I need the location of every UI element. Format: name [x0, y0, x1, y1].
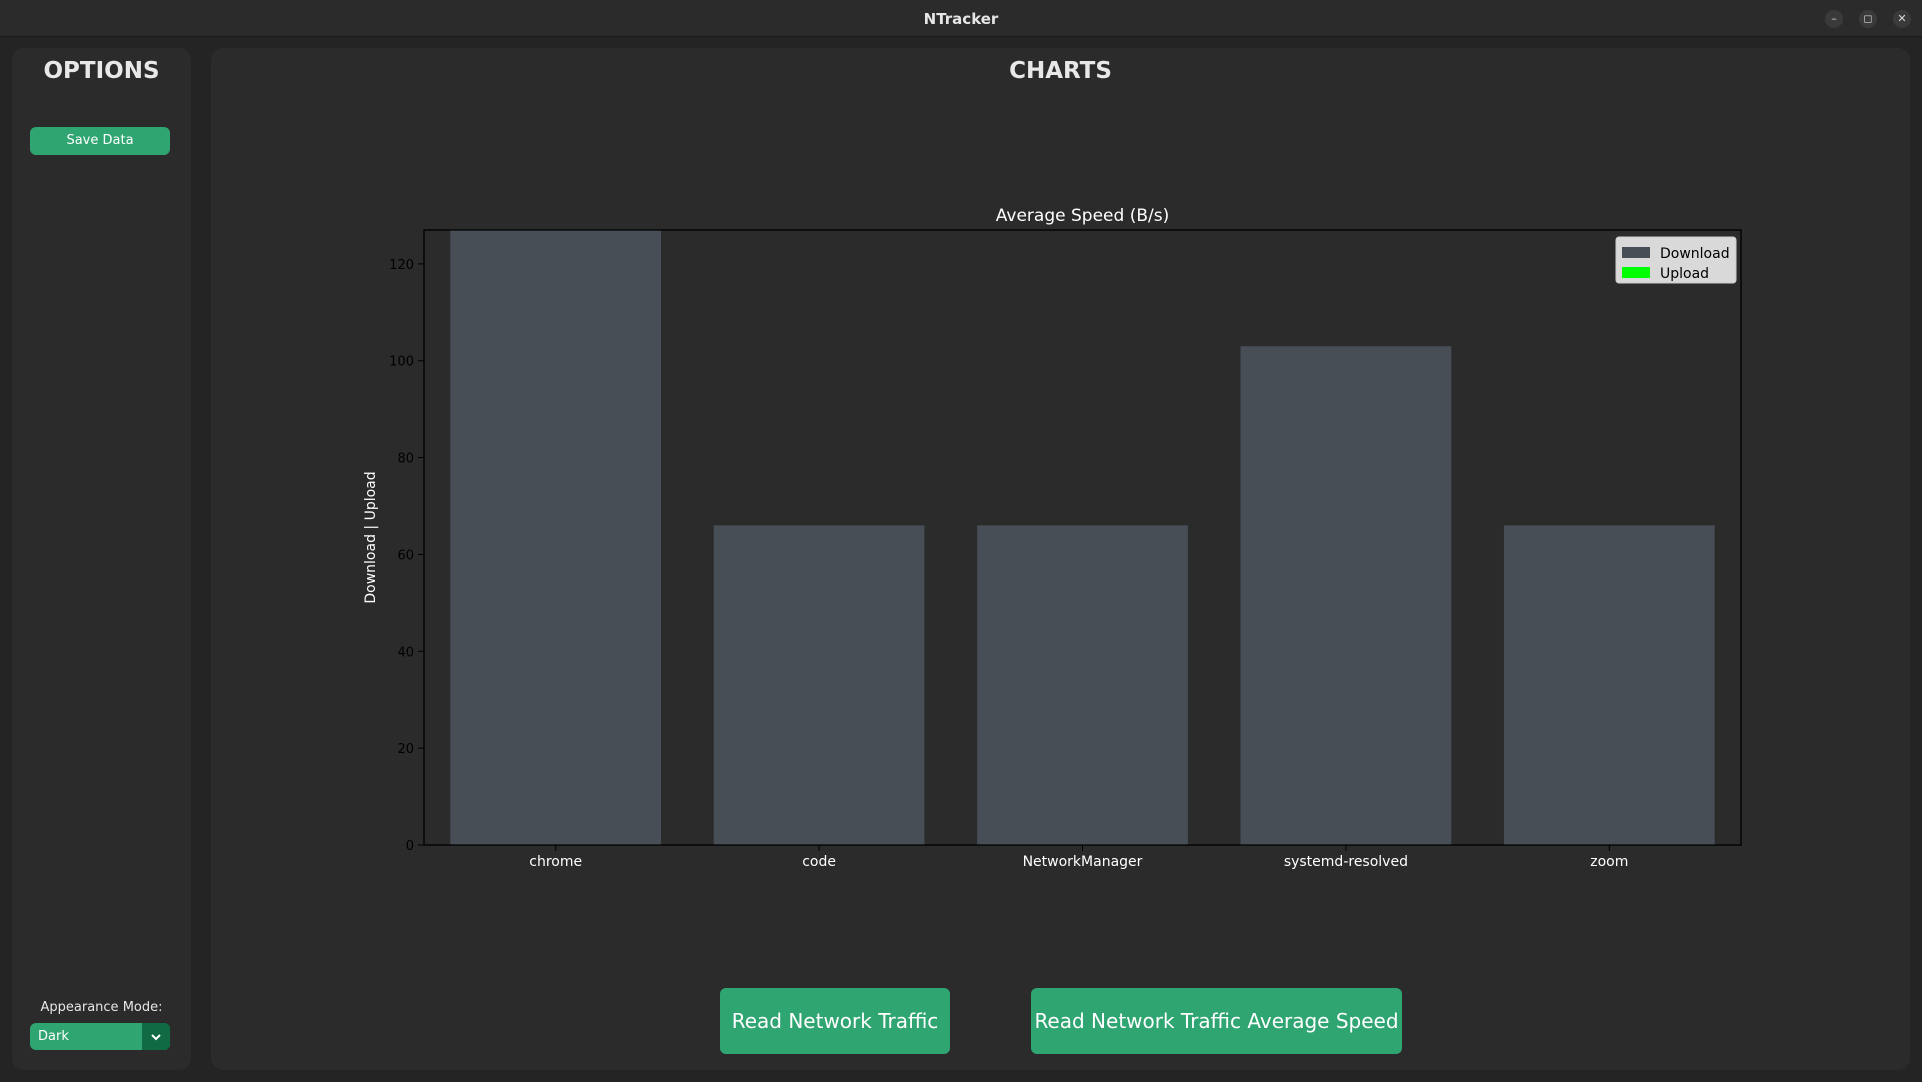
y-tick-label: 80 — [397, 452, 414, 467]
maximize-icon[interactable]: ◻ — [1859, 10, 1877, 28]
minimize-icon[interactable]: – — [1825, 10, 1843, 28]
y-tick-label: 40 — [397, 645, 414, 660]
download-bar — [450, 230, 662, 845]
close-icon[interactable]: ✕ — [1893, 10, 1911, 28]
average-speed-chart: Average Speed (B/s) Download | Upload 0 20 4… — [211, 193, 1910, 933]
chart-svg: Average Speed (B/s) Download | Upload 0 20 4… — [363, 206, 1742, 870]
appearance-mode-value: Dark — [38, 1029, 69, 1044]
download-bar — [1503, 525, 1715, 845]
x-tick-label: code — [802, 854, 836, 870]
y-axis-label: Download | Upload — [363, 471, 379, 603]
options-sidebar: OPTIONS Save Data Appearance Mode: Dark — [12, 48, 191, 1070]
legend-swatch — [1622, 247, 1650, 258]
y-tick-label: 60 — [397, 548, 414, 563]
x-tick-label: systemd-resolved — [1284, 854, 1408, 870]
legend-label: Upload — [1660, 266, 1709, 282]
chevron-down-icon[interactable] — [142, 1023, 170, 1050]
chart-title: Average Speed (B/s) — [996, 206, 1169, 226]
download-bar — [977, 525, 1188, 845]
charts-heading: CHARTS — [1009, 58, 1112, 84]
appearance-mode-label: Appearance Mode: — [40, 1000, 163, 1015]
download-bar — [1240, 346, 1452, 845]
legend-swatch — [1622, 267, 1650, 278]
y-tick-label: 120 — [389, 258, 414, 273]
window-title: NTracker — [923, 10, 999, 28]
read-network-traffic-button[interactable]: Read Network Traffic — [720, 988, 950, 1054]
x-tick-label: chrome — [529, 854, 582, 870]
read-average-speed-button[interactable]: Read Network Traffic Average Speed — [1031, 988, 1402, 1054]
appearance-mode-select[interactable]: Dark — [30, 1023, 170, 1050]
save-data-button[interactable]: Save Data — [30, 127, 170, 155]
title-bar: NTracker – ◻ ✕ — [0, 0, 1922, 37]
charts-panel: CHARTS Average Speed (B/s) Download | Upl… — [211, 48, 1910, 1070]
download-bar — [713, 525, 925, 845]
options-heading: OPTIONS — [43, 58, 160, 84]
y-tick-label: 100 — [389, 355, 414, 370]
x-tick-label: zoom — [1590, 854, 1628, 870]
x-tick-label: NetworkManager — [1023, 854, 1143, 870]
y-tick-label: 0 — [406, 839, 414, 854]
y-tick-label: 20 — [397, 742, 414, 757]
legend-label: Download — [1660, 246, 1730, 262]
app-window: NTracker – ◻ ✕ OPTIONS Save Data Appeara… — [0, 0, 1922, 1082]
